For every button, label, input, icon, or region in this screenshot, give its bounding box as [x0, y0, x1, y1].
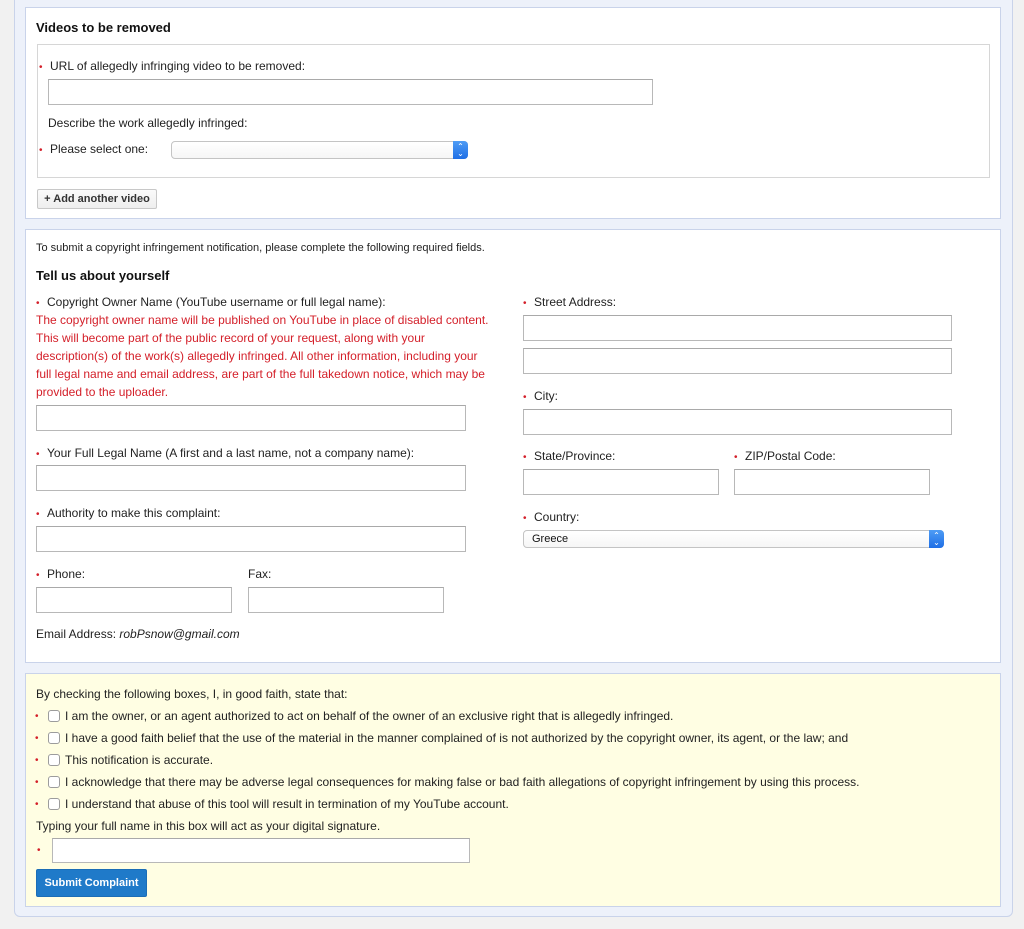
state-label-row: • State/Province:: [523, 449, 615, 463]
required-marker-icon: •: [523, 298, 527, 309]
required-marker-icon: •: [35, 710, 39, 722]
about-intro-text: To submit a copyright infringement notif…: [36, 242, 485, 254]
required-marker-icon: •: [39, 62, 43, 73]
zip-label-row: • ZIP/Postal Code:: [734, 449, 836, 463]
phone-label-row: • Phone:: [36, 567, 85, 581]
video-entry: • URL of allegedly infringing video to be…: [37, 44, 990, 178]
submit-complaint-button[interactable]: Submit Complaint: [36, 869, 147, 897]
affirmation-checkbox-legal-consequences[interactable]: [48, 776, 60, 788]
required-marker-icon: •: [35, 798, 39, 810]
affirmation-row: • I understand that abuse of this tool w…: [35, 796, 509, 812]
city-label-row: • City:: [523, 389, 558, 403]
digital-signature-input[interactable]: [52, 838, 470, 863]
required-marker-icon: •: [35, 776, 39, 788]
country-label-row: • Country:: [523, 510, 579, 524]
url-label-row: • URL of allegedly infringing video to be…: [38, 59, 305, 73]
affirmation-label: This notification is accurate.: [65, 753, 214, 767]
zip-input[interactable]: [734, 469, 930, 495]
required-marker-icon: •: [36, 449, 40, 460]
country-label: Country:: [534, 510, 580, 524]
select-label: Please select one:: [50, 142, 149, 156]
state-input[interactable]: [523, 469, 719, 495]
required-marker-icon: •: [39, 145, 43, 156]
affirmation-checkbox-accurate[interactable]: [48, 754, 60, 766]
url-label: URL of allegedly infringing video to be …: [50, 59, 306, 73]
zip-label: ZIP/Postal Code:: [745, 449, 836, 463]
videos-section: Videos to be removed • URL of allegedly i…: [25, 7, 1001, 219]
required-marker-icon: •: [35, 754, 39, 766]
video-url-input[interactable]: [48, 79, 653, 105]
affirmation-row: • I have a good faith belief that the us…: [35, 730, 848, 746]
work-type-select[interactable]: ⌃ ⌄: [171, 141, 468, 159]
country-select-value: Greece: [532, 533, 569, 545]
about-section-title: Tell us about yourself: [36, 268, 170, 283]
full-legal-name-input[interactable]: [36, 465, 466, 491]
required-marker-icon: •: [36, 570, 40, 581]
required-marker-icon: •: [523, 392, 527, 403]
fax-input[interactable]: [248, 587, 444, 613]
select-label-row: • Please select one:: [38, 142, 148, 156]
authority-input[interactable]: [36, 526, 466, 552]
owner-name-label: Copyright Owner Name (YouTube username o…: [47, 295, 386, 309]
affirmation-row: • I acknowledge that there may be advers…: [35, 774, 859, 790]
required-marker-icon: •: [734, 452, 738, 463]
full-legal-name-label: Your Full Legal Name (A first and a last…: [47, 446, 415, 460]
select-arrows-icon: ⌃ ⌄: [929, 530, 944, 548]
select-arrows-icon: ⌃ ⌄: [453, 141, 468, 159]
affirmation-checkbox-good-faith[interactable]: [48, 732, 60, 744]
affirmation-label: I understand that abuse of this tool wil…: [65, 797, 509, 811]
required-marker-icon: •: [523, 452, 527, 463]
describe-work-label: Describe the work allegedly infringed:: [48, 116, 248, 130]
street-address-input-1[interactable]: [523, 315, 952, 341]
owner-name-notice: The copyright owner name will be publish…: [36, 313, 489, 399]
fax-label: Fax:: [248, 567, 272, 581]
affirmation-checkbox-owner[interactable]: [48, 710, 60, 722]
city-label: City:: [534, 389, 558, 403]
about-yourself-section: To submit a copyright infringement notif…: [25, 229, 1001, 663]
affirmation-section: By checking the following boxes, I, in g…: [25, 673, 1001, 907]
authority-label-row: • Authority to make this complaint:: [36, 506, 220, 520]
affirmation-row: • I am the owner, or an agent authorized…: [35, 708, 673, 724]
affirmation-label: I acknowledge that there may be adverse …: [65, 775, 860, 789]
owner-name-label-row: • Copyright Owner Name (YouTube username …: [36, 295, 386, 309]
country-select[interactable]: Greece ⌃ ⌄: [523, 530, 944, 548]
city-input[interactable]: [523, 409, 952, 435]
phone-label: Phone:: [47, 567, 86, 581]
street-address-input-2[interactable]: [523, 348, 952, 374]
required-marker-icon: •: [523, 513, 527, 524]
required-marker-icon: •: [36, 509, 40, 520]
email-value: robPsnow@gmail.com: [119, 627, 240, 641]
email-label: Email Address:: [36, 627, 117, 641]
authority-label: Authority to make this complaint:: [47, 506, 221, 520]
signature-label: Typing your full name in this box will a…: [36, 819, 381, 833]
affirmation-intro: By checking the following boxes, I, in g…: [36, 687, 348, 701]
owner-name-input[interactable]: [36, 405, 466, 431]
affirmation-label: I have a good faith belief that the use …: [65, 731, 849, 745]
required-marker-icon: •: [37, 845, 41, 856]
street-label-row: • Street Address:: [523, 295, 616, 309]
full-legal-name-label-row: • Your Full Legal Name (A first and a las…: [36, 446, 414, 460]
state-label: State/Province:: [534, 449, 616, 463]
affirmation-row: • This notification is accurate.: [35, 752, 213, 768]
videos-section-title: Videos to be removed: [36, 20, 171, 35]
required-marker-icon: •: [35, 732, 39, 744]
affirmation-label: I am the owner, or an agent authorized t…: [65, 709, 674, 723]
affirmation-checkbox-abuse-termination[interactable]: [48, 798, 60, 810]
street-label: Street Address:: [534, 295, 617, 309]
email-row: Email Address: robPsnow@gmail.com: [36, 627, 240, 641]
add-another-video-button[interactable]: + Add another video: [37, 189, 157, 209]
phone-input[interactable]: [36, 587, 232, 613]
required-marker-icon: •: [36, 298, 40, 309]
